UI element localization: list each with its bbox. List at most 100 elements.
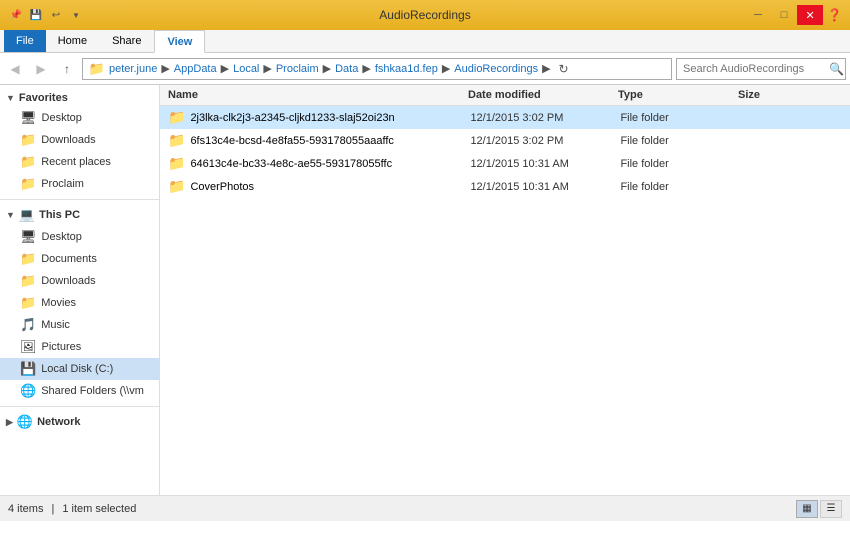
address-path[interactable]: 📁 peter.june ▶ AppData ▶ Local ▶ Proclai…: [82, 58, 672, 80]
sidebar-item-shared-folders[interactable]: 🌐 Shared Folders (\\vm: [0, 380, 159, 402]
path-seg-3[interactable]: Local: [233, 63, 259, 75]
sidebar-item-pictures[interactable]: 🖼 Pictures: [0, 336, 159, 358]
window-controls[interactable]: ─ □ ✕: [745, 5, 823, 25]
file-date: 12/1/2015 3:02 PM: [470, 135, 620, 147]
sidebar-item-label: Documents: [41, 253, 97, 265]
col-header-name[interactable]: Name: [168, 89, 468, 101]
sidebar-item-label: Proclaim: [41, 178, 84, 190]
path-seg-1[interactable]: peter.june: [109, 63, 157, 75]
sidebar-item-label: Local Disk (C:): [41, 363, 113, 375]
file-list-header: Name Date modified Type Size: [160, 85, 850, 106]
file-type: File folder: [620, 135, 740, 147]
table-row[interactable]: 📁 64613c4e-bc33-4e8c-ae55-593178055ffc 1…: [160, 152, 850, 175]
network-expand-icon: ▶: [6, 417, 13, 428]
file-date: 12/1/2015 10:31 AM: [470, 181, 620, 193]
close-button[interactable]: ✕: [797, 5, 823, 25]
sidebar-network-header[interactable]: ▶ 🌐 Network: [0, 411, 159, 433]
titlebar-quick-access[interactable]: 📌 💾 ↩ ▼: [8, 7, 84, 23]
sidebar-item-movies[interactable]: 📁 Movies: [0, 292, 159, 314]
ribbon-tab-bar: File Home Share View: [0, 30, 850, 52]
title-bar: 📌 💾 ↩ ▼ AudioRecordings ─ □ ✕ ❓: [0, 0, 850, 30]
sidebar-divider-2: [0, 406, 159, 407]
recent-fav-icon: 📁: [20, 154, 36, 170]
sidebar-item-recent-fav[interactable]: 📁 Recent places: [0, 151, 159, 173]
movies-icon: 📁: [20, 295, 36, 311]
sidebar: ▼ Favorites 🖥 Desktop 📁 Downloads 📁 Rece…: [0, 85, 160, 495]
file-type: File folder: [620, 112, 740, 124]
path-seg-6[interactable]: fshkaa1d.fep: [375, 63, 438, 75]
path-seg-5[interactable]: Data: [335, 63, 358, 75]
path-seg-2[interactable]: AppData: [174, 63, 217, 75]
up-button[interactable]: ↑: [56, 58, 78, 80]
table-row[interactable]: 📁 2j3lka-clk2j3-a2345-cljkd1233-slaj52oi…: [160, 106, 850, 129]
col-header-type[interactable]: Type: [618, 89, 738, 101]
file-name: 64613c4e-bc33-4e8c-ae55-593178055ffc: [190, 158, 470, 170]
items-count: 4 items: [8, 503, 43, 515]
table-row[interactable]: 📁 CoverPhotos 12/1/2015 10:31 AM File fo…: [160, 175, 850, 198]
selected-count: 1 item selected: [62, 503, 136, 515]
maximize-button[interactable]: □: [771, 5, 797, 25]
minimize-button[interactable]: ─: [745, 5, 771, 25]
desktop-pc-icon: 🖥: [20, 229, 37, 245]
col-header-size[interactable]: Size: [738, 89, 842, 101]
sidebar-item-downloads-fav[interactable]: 📁 Downloads: [0, 129, 159, 151]
sidebar-item-downloads[interactable]: 📁 Downloads: [0, 270, 159, 292]
sidebar-item-label: Pictures: [42, 341, 82, 353]
back-button[interactable]: ◀: [4, 58, 26, 80]
address-bar: ◀ ▶ ↑ 📁 peter.june ▶ AppData ▶ Local ▶ P…: [0, 53, 850, 85]
search-input[interactable]: [683, 63, 825, 75]
thispc-icon: 💻: [19, 207, 35, 223]
tab-share[interactable]: Share: [100, 30, 154, 52]
table-row[interactable]: 📁 6fs13c4e-bcsd-4e8fa55-593178055aaaffc …: [160, 129, 850, 152]
sidebar-favorites-header[interactable]: ▼ Favorites: [0, 89, 159, 107]
sidebar-item-label: Recent places: [41, 156, 111, 168]
folder-icon: 📁: [168, 109, 185, 126]
ribbon: File Home Share View: [0, 30, 850, 53]
path-folder-icon: 📁: [89, 61, 105, 77]
file-type: File folder: [620, 181, 740, 193]
network-icon: 🌐: [17, 414, 33, 430]
search-icon[interactable]: 🔍: [829, 62, 844, 76]
details-view-button[interactable]: ▦: [796, 500, 818, 518]
proclaim-fav-icon: 📁: [20, 176, 36, 192]
sidebar-favorites-label: Favorites: [19, 92, 68, 104]
shared-folders-icon: 🌐: [20, 383, 36, 399]
help-button[interactable]: ❓: [827, 8, 842, 22]
desktop-fav-icon: 🖥: [20, 110, 37, 126]
sidebar-favorites: ▼ Favorites 🖥 Desktop 📁 Downloads 📁 Rece…: [0, 89, 159, 195]
sidebar-item-documents[interactable]: 📁 Documents: [0, 248, 159, 270]
quick-access-pin[interactable]: 📌: [8, 7, 24, 23]
sidebar-item-label: Downloads: [41, 134, 95, 146]
folder-icon: 📁: [168, 155, 185, 172]
file-list: 📁 2j3lka-clk2j3-a2345-cljkd1233-slaj52oi…: [160, 106, 850, 495]
search-box[interactable]: 🔍: [676, 58, 846, 80]
folder-icon: 📁: [168, 132, 185, 149]
sidebar-item-label: Desktop: [42, 112, 82, 124]
sidebar-item-music[interactable]: 🎵 Music: [0, 314, 159, 336]
refresh-button[interactable]: ↻: [555, 60, 573, 78]
sidebar-item-desktop-pc[interactable]: 🖥 Desktop: [0, 226, 159, 248]
sidebar-item-local-disk[interactable]: 💾 Local Disk (C:): [0, 358, 159, 380]
tab-home[interactable]: Home: [46, 30, 100, 52]
quick-access-save[interactable]: 💾: [28, 7, 44, 23]
quick-access-undo[interactable]: ↩: [48, 7, 64, 23]
quick-access-dropdown[interactable]: ▼: [68, 7, 84, 23]
file-name: CoverPhotos: [190, 181, 470, 193]
path-seg-7[interactable]: AudioRecordings: [454, 63, 538, 75]
sidebar-item-label: Downloads: [41, 275, 95, 287]
pictures-icon: 🖼: [20, 339, 37, 355]
status-divider: |: [51, 503, 54, 515]
forward-button[interactable]: ▶: [30, 58, 52, 80]
tab-view[interactable]: View: [154, 30, 205, 53]
col-header-date[interactable]: Date modified: [468, 89, 618, 101]
file-name: 2j3lka-clk2j3-a2345-cljkd1233-slaj52oi23…: [190, 112, 470, 124]
list-view-button[interactable]: ☰: [820, 500, 842, 518]
file-name: 6fs13c4e-bcsd-4e8fa55-593178055aaaffc: [190, 135, 470, 147]
sidebar-item-proclaim-fav[interactable]: 📁 Proclaim: [0, 173, 159, 195]
sidebar-item-label: Music: [41, 319, 70, 331]
sidebar-item-desktop-fav[interactable]: 🖥 Desktop: [0, 107, 159, 129]
sidebar-network-label: Network: [37, 416, 80, 428]
sidebar-thispc-header[interactable]: ▼ 💻 This PC: [0, 204, 159, 226]
path-seg-4[interactable]: Proclaim: [276, 63, 319, 75]
tab-file[interactable]: File: [4, 30, 46, 52]
